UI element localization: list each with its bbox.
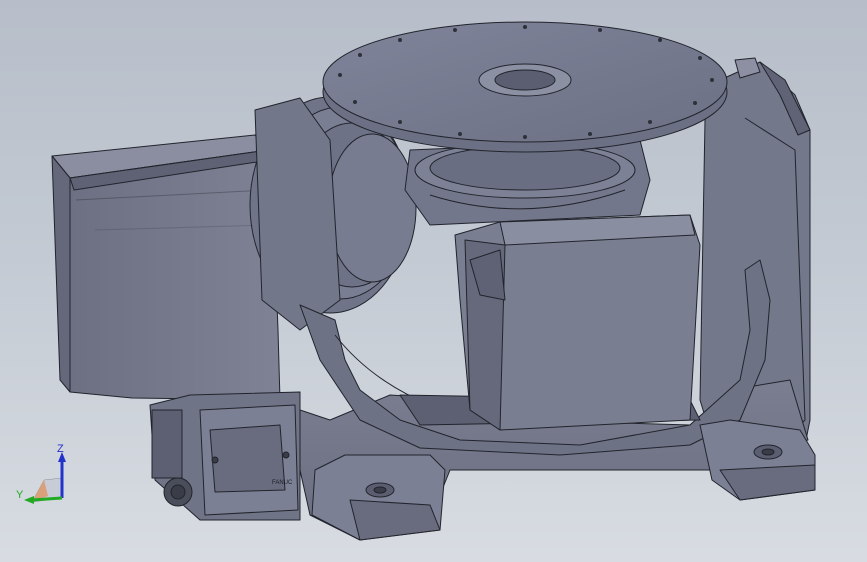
turntable-plate: [322, 21, 728, 153]
graphics-viewport[interactable]: FANUC Z Y: [0, 0, 867, 562]
motor-housing: [51, 134, 281, 401]
z-axis-label: Z: [57, 443, 64, 455]
foot-right: [699, 419, 816, 501]
nameplate-label: FANUC: [272, 480, 293, 486]
foot-front-left: [311, 454, 446, 541]
connector-box: [149, 391, 301, 521]
positioner-3d-model[interactable]: FANUC: [0, 0, 867, 562]
orientation-triad[interactable]: Z Y: [14, 440, 74, 510]
y-axis-label: Y: [16, 489, 24, 501]
turntable-neck: [404, 139, 651, 226]
tilt-gearbox: [454, 214, 701, 431]
y-axis-arrow: [31, 496, 63, 502]
